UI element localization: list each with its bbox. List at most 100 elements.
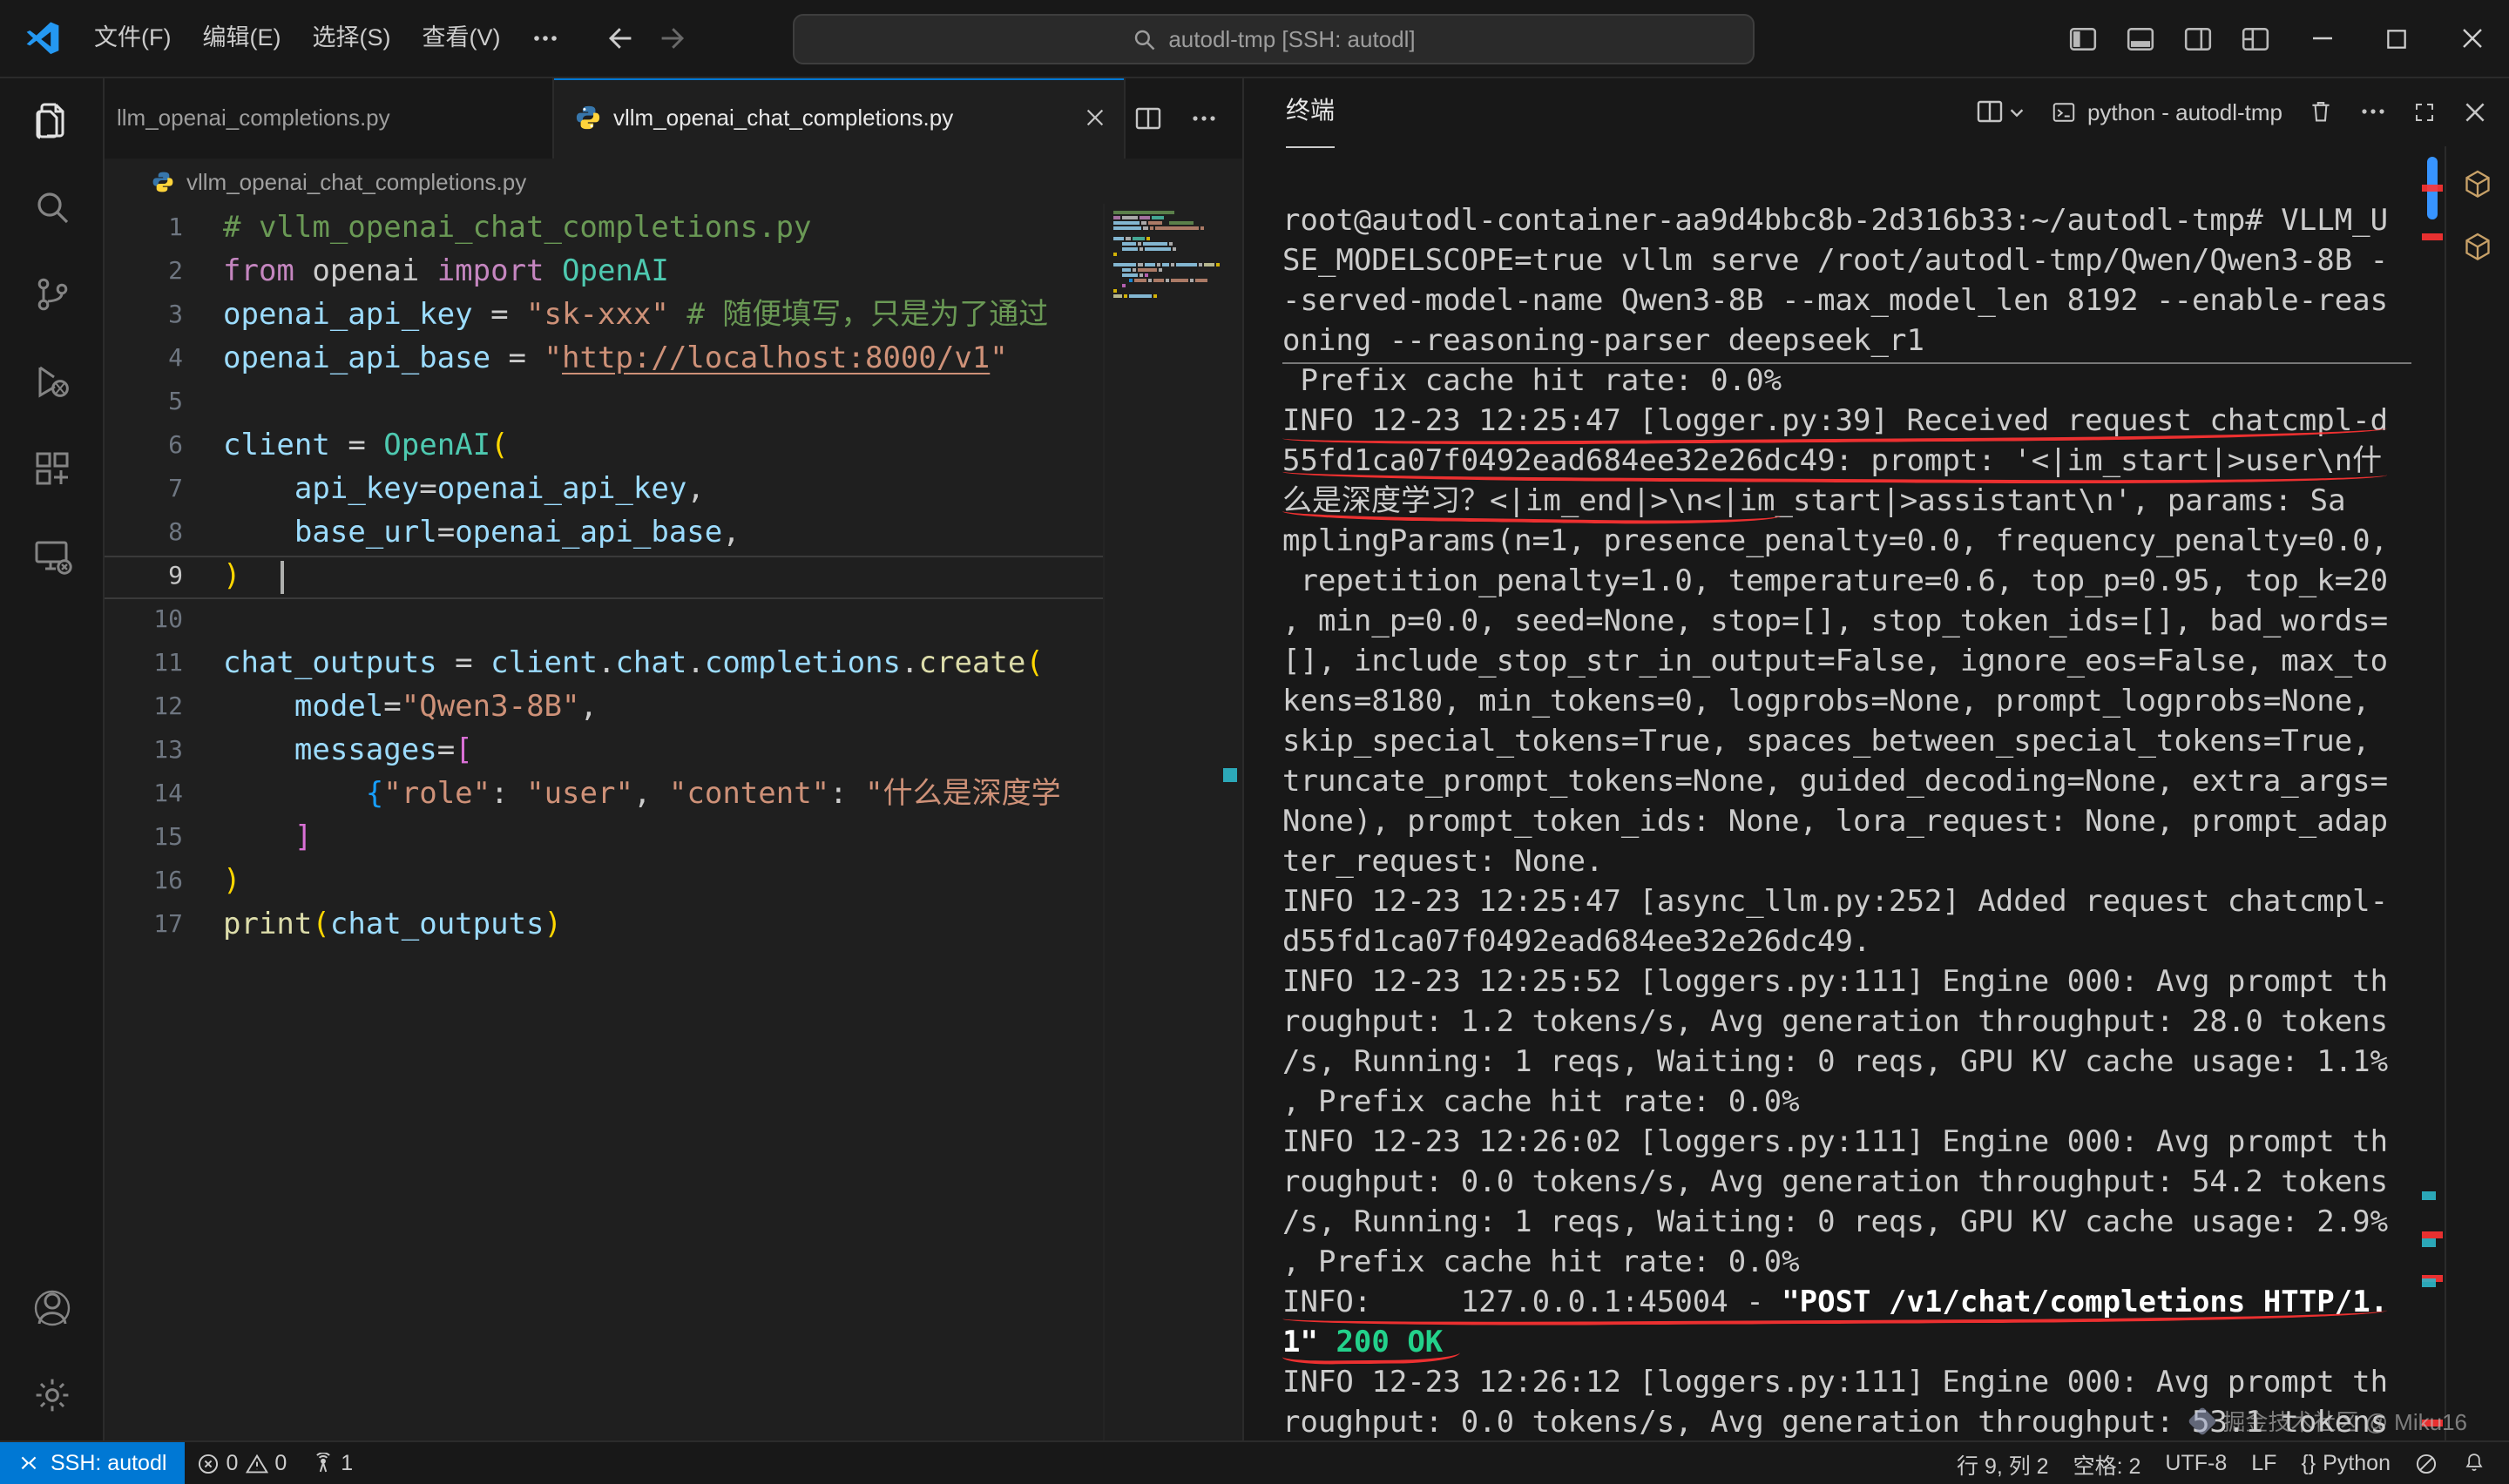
scrollbar-annotation bbox=[2422, 185, 2443, 192]
code-line[interactable]: 12 model="Qwen3-8B", bbox=[103, 686, 1105, 730]
tab-label: vllm_openai_chat_completions.py bbox=[613, 105, 953, 131]
split-terminal-button[interactable] bbox=[1976, 98, 2026, 125]
code-line[interactable]: 5 bbox=[103, 381, 1105, 425]
code-editor[interactable]: 1# vllm_openai_chat_completions.py2from … bbox=[103, 204, 1105, 1442]
code-text: print(chat_outputs) bbox=[223, 904, 562, 948]
scrollbar-annotation bbox=[2422, 233, 2443, 240]
account-icon[interactable] bbox=[0, 1265, 103, 1352]
do-not-disturb-icon[interactable] bbox=[2403, 1442, 2450, 1484]
code-line[interactable]: 2from openai import OpenAI bbox=[103, 251, 1105, 294]
toggle-panel-icon[interactable] bbox=[2112, 0, 2169, 77]
code-line[interactable]: 9) bbox=[103, 556, 1105, 599]
code-text: model="Qwen3-8B", bbox=[223, 686, 598, 730]
minimap-line bbox=[1113, 247, 1177, 251]
code-text: ) bbox=[223, 860, 241, 904]
code-line[interactable]: 4openai_api_base = "http://localhost:800… bbox=[103, 338, 1105, 381]
code-line[interactable]: 17print(chat_outputs) bbox=[103, 904, 1105, 948]
tab-vllm-openai-chat-completions[interactable]: vllm_openai_chat_completions.py bbox=[554, 77, 1126, 159]
command-center-search[interactable]: autodl-tmp [SSH: autodl] bbox=[793, 14, 1755, 64]
line-number: 9 bbox=[103, 556, 223, 599]
search-sidebar-icon[interactable] bbox=[0, 164, 103, 251]
code-line[interactable]: 15 ] bbox=[103, 817, 1105, 860]
nav-back-icon[interactable] bbox=[604, 23, 635, 54]
code-line[interactable]: 16) bbox=[103, 860, 1105, 904]
code-text: openai_api_base = "http://localhost:8000… bbox=[223, 338, 1008, 381]
editor-more-actions-icon[interactable] bbox=[1190, 104, 1218, 132]
terminal-session-selector[interactable]: python - autodl-tmp bbox=[2051, 98, 2282, 125]
terminal-line: INFO: 127.0.0.1:45004 - "POST /v1/chat/c… bbox=[1282, 1284, 2411, 1324]
terminal-line: INFO 12-23 12:25:52 [loggers.py:111] Eng… bbox=[1282, 963, 2411, 1003]
code-line[interactable]: 7 api_key=openai_api_key, bbox=[103, 469, 1105, 512]
menu-edit[interactable]: 编辑(E) bbox=[187, 14, 297, 63]
remote-explorer-icon[interactable] bbox=[0, 512, 103, 599]
problems-indicator[interactable]: 0 0 bbox=[184, 1442, 299, 1484]
window-close-button[interactable] bbox=[2434, 0, 2509, 77]
line-number: 14 bbox=[103, 773, 223, 817]
tab-llm-openai-completions[interactable]: llm_openai_completions.py bbox=[103, 77, 554, 159]
terminal-scrollbar[interactable] bbox=[2418, 146, 2446, 1442]
code-line[interactable]: 8 base_url=openai_api_base, bbox=[103, 512, 1105, 556]
code-line[interactable]: 3openai_api_key = "sk-xxx" # 随便填写，只是为了通过 bbox=[103, 294, 1105, 338]
minimap-line bbox=[1113, 273, 1147, 277]
panel-tab-terminal[interactable]: 终端 bbox=[1286, 76, 1335, 147]
remote-indicator[interactable]: SSH: autodl bbox=[0, 1442, 184, 1484]
minimap-line bbox=[1113, 263, 1220, 266]
code-line[interactable]: 14 {"role": "user", "content": "什么是深度学 bbox=[103, 773, 1105, 817]
customize-layout-icon[interactable] bbox=[2227, 0, 2284, 77]
encoding[interactable]: UTF-8 bbox=[2153, 1442, 2239, 1484]
close-panel-icon[interactable] bbox=[2462, 98, 2488, 125]
breadcrumb[interactable]: vllm_openai_chat_completions.py bbox=[103, 159, 1242, 204]
code-line[interactable]: 1# vllm_openai_chat_completions.py bbox=[103, 207, 1105, 251]
code-line[interactable]: 11chat_outputs = client.chat.completions… bbox=[103, 643, 1105, 686]
window-minimize-button[interactable] bbox=[2284, 0, 2359, 77]
tab-close-icon[interactable] bbox=[1084, 106, 1106, 129]
kill-terminal-icon[interactable] bbox=[2307, 98, 2335, 125]
code-line[interactable]: 10 bbox=[103, 599, 1105, 643]
toggle-secondary-sidebar-icon[interactable] bbox=[2169, 0, 2227, 77]
nav-forward-icon[interactable] bbox=[659, 23, 691, 54]
editor-scrollbar[interactable] bbox=[1216, 204, 1242, 1442]
menu-more-icon[interactable] bbox=[517, 14, 576, 63]
menu-selection[interactable]: 选择(S) bbox=[297, 14, 407, 63]
cursor-position[interactable]: 行 9, 列 2 bbox=[1944, 1442, 2061, 1484]
menu-view[interactable]: 查看(V) bbox=[407, 14, 517, 63]
language-mode[interactable]: {} Python bbox=[2289, 1442, 2403, 1484]
terminal-line: root@autodl-container-aa9d4bbc8b-2d316b3… bbox=[1282, 202, 2411, 242]
code-text: chat_outputs = client.chat.completions.c… bbox=[223, 643, 1044, 686]
overview-ruler-mark bbox=[1223, 768, 1237, 782]
extensions-icon[interactable] bbox=[0, 425, 103, 512]
maximize-panel-icon[interactable] bbox=[2411, 98, 2438, 125]
code-line[interactable]: 13 messages=[ bbox=[103, 730, 1105, 773]
terminal-line: truncate_prompt_tokens=None, guided_deco… bbox=[1282, 763, 2411, 803]
minimap[interactable] bbox=[1103, 204, 1216, 1442]
terminal-line: /s, Running: 1 reqs, Waiting: 0 reqs, GP… bbox=[1282, 1043, 2411, 1083]
code-line[interactable]: 6client = OpenAI( bbox=[103, 425, 1105, 469]
terminal-line: INFO 12-23 12:26:02 [loggers.py:111] Eng… bbox=[1282, 1123, 2411, 1164]
terminal-panel: 终端 python - autodl-tmp root@autodl-conta… bbox=[1242, 77, 2509, 1442]
terminal-tab-cube-icon[interactable] bbox=[2460, 230, 2495, 265]
terminal-line: None), prompt_token_ids: None, lora_requ… bbox=[1282, 803, 2411, 843]
status-bar: SSH: autodl 0 0 1 行 9, 列 2 空格: 2 UTF-8 L… bbox=[0, 1440, 2509, 1484]
toggle-sidebar-icon[interactable] bbox=[2054, 0, 2112, 77]
terminal-tab-cube-icon[interactable] bbox=[2460, 167, 2495, 202]
eol-sequence[interactable]: LF bbox=[2239, 1442, 2289, 1484]
line-number: 15 bbox=[103, 817, 223, 860]
terminal-line: Prefix cache hit rate: 0.0% bbox=[1282, 362, 2411, 402]
terminal-line: 1" 200 OK bbox=[1282, 1324, 2411, 1364]
menu-file[interactable]: 文件(F) bbox=[78, 14, 187, 63]
terminal-output[interactable]: root@autodl-container-aa9d4bbc8b-2d316b3… bbox=[1282, 202, 2411, 1442]
settings-gear-icon[interactable] bbox=[0, 1352, 103, 1439]
radio-tower-icon bbox=[311, 1452, 334, 1474]
window-maximize-button[interactable] bbox=[2359, 0, 2434, 77]
notifications-bell-icon[interactable] bbox=[2450, 1442, 2499, 1484]
split-editor-icon[interactable] bbox=[1134, 104, 1162, 132]
scrollbar-annotation bbox=[2422, 1191, 2436, 1200]
editor-group: llm_openai_completions.py vllm_openai_ch… bbox=[103, 77, 1242, 1442]
ports-indicator[interactable]: 1 bbox=[299, 1442, 365, 1484]
explorer-icon[interactable] bbox=[0, 77, 103, 164]
line-number: 1 bbox=[103, 207, 223, 251]
indentation[interactable]: 空格: 2 bbox=[2061, 1442, 2154, 1484]
run-debug-icon[interactable] bbox=[0, 338, 103, 425]
source-control-icon[interactable] bbox=[0, 251, 103, 338]
terminal-more-actions-icon[interactable] bbox=[2359, 98, 2387, 125]
